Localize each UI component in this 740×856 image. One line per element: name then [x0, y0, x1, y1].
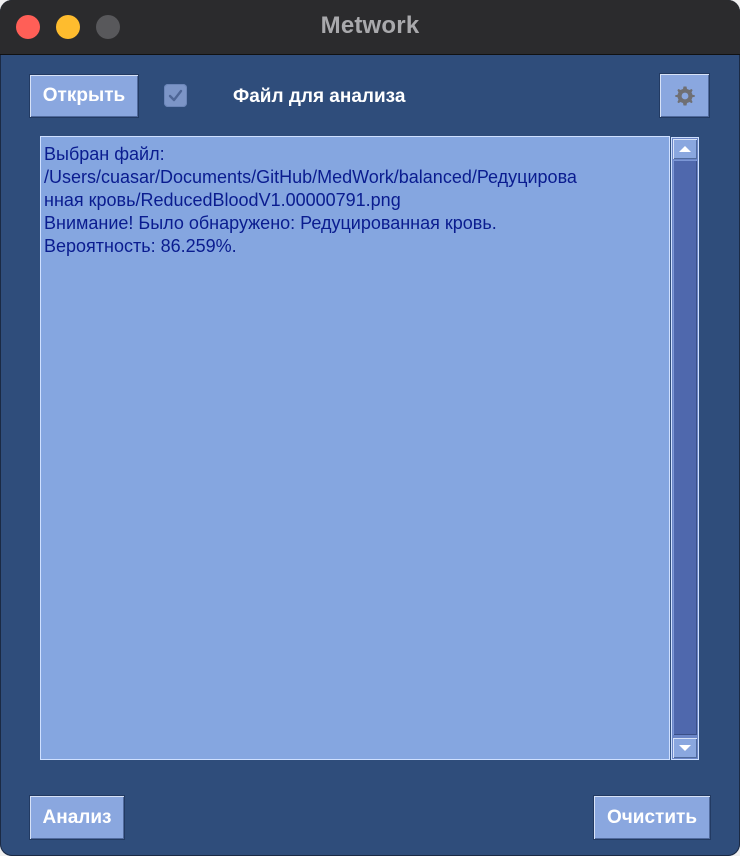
clear-button[interactable]: Очистить [594, 796, 710, 839]
output-text: Выбран файл: /Users/cuasar/Documents/Git… [44, 144, 577, 256]
checkmark-icon [168, 89, 183, 102]
scroll-up-button[interactable] [673, 139, 697, 159]
window-title: Metwork [320, 12, 420, 39]
scroll-thumb[interactable] [673, 160, 697, 735]
app-window: Metwork Открыть Файл для анализа Выбран … [0, 0, 740, 856]
open-file-button[interactable]: Открыть [30, 75, 138, 117]
scroll-down-button[interactable] [673, 738, 697, 758]
arrow-down-icon [679, 745, 691, 751]
file-label: Файл для анализа [233, 86, 406, 107]
vertical-scrollbar[interactable] [671, 137, 699, 760]
output-text-area[interactable]: Выбран файл: /Users/cuasar/Documents/Git… [40, 136, 670, 760]
analyze-button[interactable]: Анализ [30, 796, 124, 839]
title-bar[interactable]: Metwork [0, 0, 740, 55]
arrow-up-icon [679, 146, 691, 152]
settings-button[interactable] [660, 74, 709, 117]
file-selected-checkbox[interactable] [164, 84, 187, 107]
gear-icon [674, 86, 695, 105]
